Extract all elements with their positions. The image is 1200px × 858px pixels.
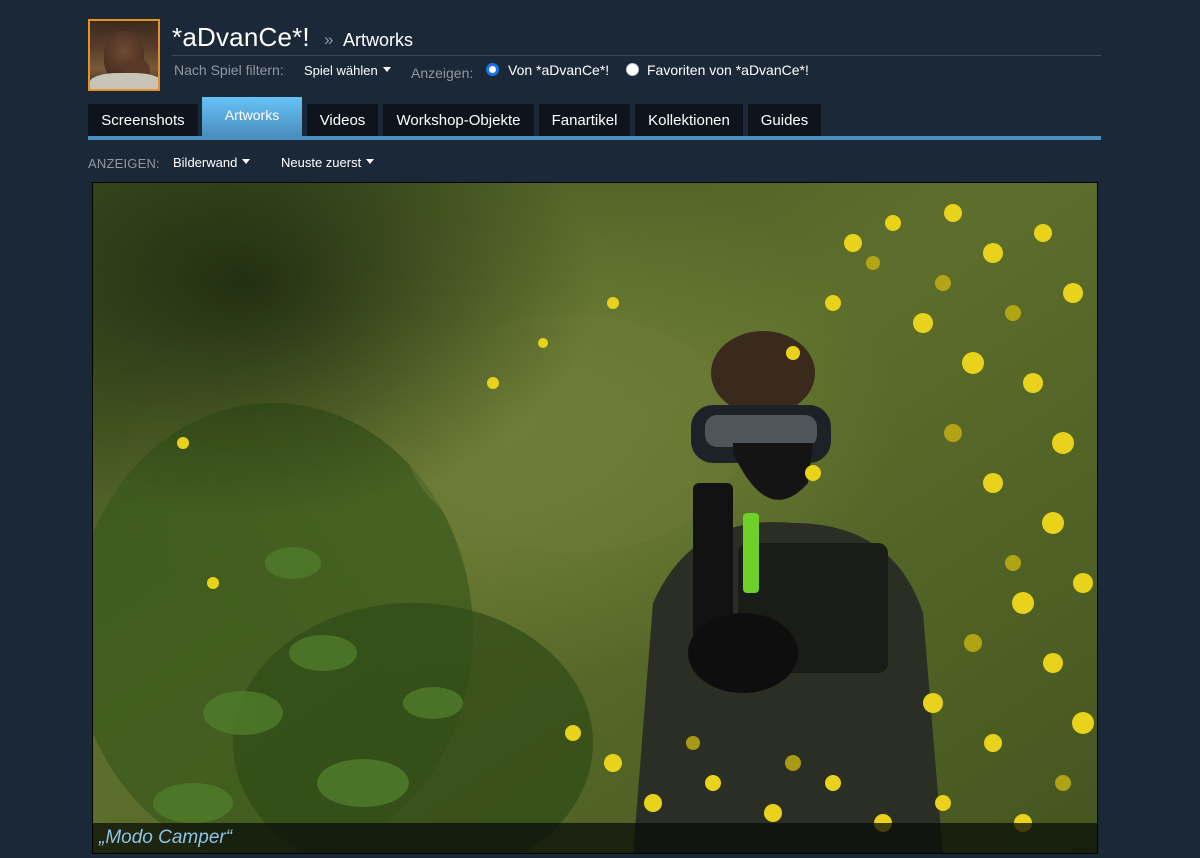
tab-screenshots[interactable]: Screenshots xyxy=(88,104,198,136)
chevron-down-icon xyxy=(366,159,375,164)
layout-dropdown[interactable]: Bilderwand xyxy=(173,155,251,170)
artwork-photo xyxy=(93,183,1097,853)
chevron-down-icon xyxy=(382,67,391,72)
game-filter-dropdown-label: Spiel wählen xyxy=(304,63,378,78)
show-label: Anzeigen: xyxy=(411,65,474,81)
radio-favorites-label[interactable]: Favoriten von *aDvanCe*! xyxy=(647,62,809,78)
sort-dropdown-label: Neuste zuerst xyxy=(281,155,362,170)
user-avatar[interactable] xyxy=(88,19,160,91)
layout-dropdown-label: Bilderwand xyxy=(173,155,238,170)
radio-own-artworks[interactable] xyxy=(486,63,499,76)
sort-dropdown[interactable]: Neuste zuerst xyxy=(281,155,375,170)
artwork-image[interactable]: „Modo Camper“ xyxy=(92,182,1098,854)
tab-artworks[interactable]: Artworks xyxy=(202,97,302,136)
artwork-caption[interactable]: „Modo Camper“ xyxy=(99,827,232,849)
avatar-shirt xyxy=(90,73,158,89)
profile-username[interactable]: *aDvanCe*! xyxy=(172,22,310,53)
radio-own-artworks-label[interactable]: Von *aDvanCe*! xyxy=(508,62,609,78)
section-title: Artworks xyxy=(343,30,414,50)
caption-bar: „Modo Camper“ xyxy=(93,823,1097,853)
game-filter-label: Nach Spiel filtern: xyxy=(174,62,284,78)
view-label: ANZEIGEN: xyxy=(88,156,160,171)
radio-favorites[interactable] xyxy=(626,63,639,76)
tab-workshop[interactable]: Workshop-Objekte xyxy=(383,104,534,136)
tab-merchandise[interactable]: Fanartikel xyxy=(539,104,630,136)
tab-videos[interactable]: Videos xyxy=(307,104,378,136)
chevron-down-icon xyxy=(242,159,251,164)
game-filter-dropdown[interactable]: Spiel wählen xyxy=(304,63,391,78)
breadcrumb-separator: » xyxy=(324,30,334,49)
tab-underline xyxy=(88,136,1101,140)
header-divider xyxy=(172,55,1101,56)
tab-guides[interactable]: Guides xyxy=(748,104,821,136)
tab-collections[interactable]: Kollektionen xyxy=(635,104,743,136)
